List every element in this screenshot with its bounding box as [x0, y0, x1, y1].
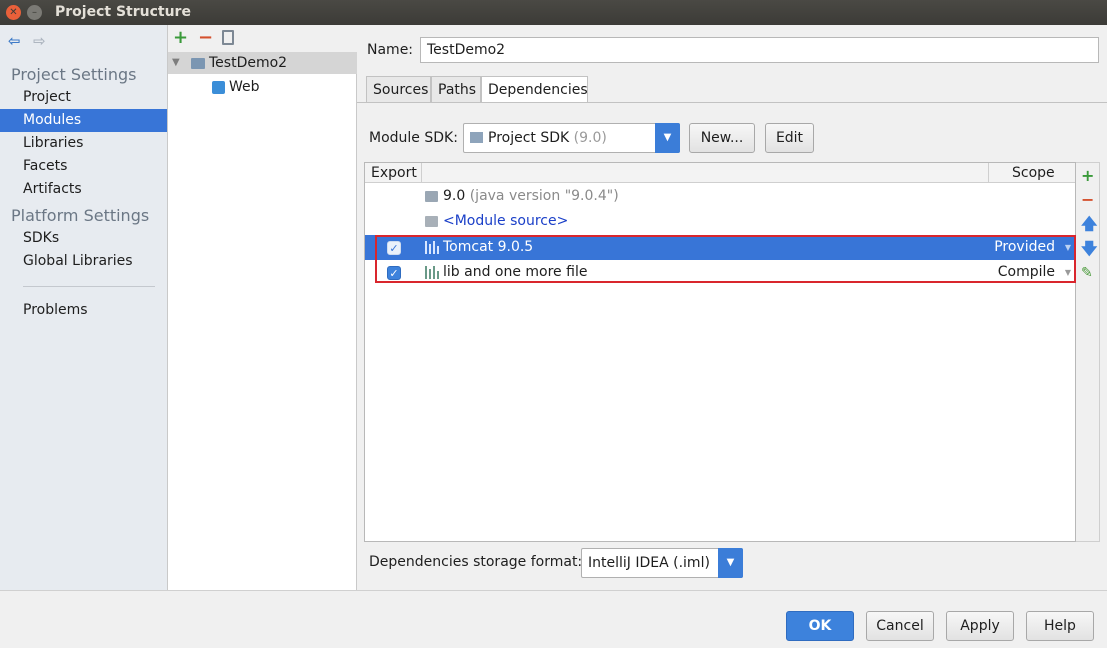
table-header — [365, 163, 1075, 183]
export-checkbox[interactable]: ✓ — [387, 241, 401, 255]
help-button[interactable]: Help — [1026, 611, 1094, 641]
dependency-name: 9.0 — [443, 188, 466, 204]
sidebar-item-sdks[interactable]: SDKs — [0, 227, 167, 250]
tab-underline — [357, 102, 1107, 103]
sdk-folder-icon — [425, 191, 438, 202]
sidebar-item-problems[interactable]: Problems — [0, 299, 167, 322]
tree-node-label: TestDemo2 — [209, 55, 288, 71]
module-source-icon — [425, 216, 438, 227]
edit-pencil-icon[interactable]: ✎ — [1081, 264, 1093, 282]
dependency-detail: (java version "9.0.4") — [469, 188, 619, 204]
window-title: Project Structure — [55, 4, 191, 20]
tree-toolbar: + − — [168, 25, 357, 52]
table-row[interactable]: 9.0 (java version "9.0.4") — [365, 184, 1075, 209]
dependency-name: Tomcat 9.0.5 — [443, 239, 534, 255]
tree-node-label: Web — [229, 79, 260, 95]
dependencies-toolbar: + − 🡅 🡇 ✎ — [1076, 162, 1100, 542]
chevron-down-icon[interactable]: ▼ — [1065, 260, 1071, 285]
tree-node-facet[interactable]: Web — [168, 76, 357, 98]
title-bar: ✕ – Project Structure — [0, 0, 1107, 25]
dependency-name-cell: 9.0 (java version "9.0.4") — [443, 184, 619, 209]
tab-sources[interactable]: Sources — [366, 76, 431, 103]
copy-icon[interactable] — [222, 30, 234, 45]
export-checkbox[interactable]: ✓ — [387, 266, 401, 280]
apply-button[interactable]: Apply — [946, 611, 1014, 641]
name-field[interactable]: TestDemo2 — [420, 37, 1099, 63]
column-header-scope[interactable]: Scope — [1012, 163, 1072, 183]
remove-icon[interactable]: − — [1081, 191, 1094, 209]
module-sdk-dropdown[interactable]: Project SDK (9.0) ▼ — [463, 123, 680, 153]
module-settings-panel: Name: TestDemo2 Sources Paths Dependenci… — [357, 25, 1107, 590]
settings-sidebar: ⇦ ⇨ Project Settings Project Modules Lib… — [0, 25, 168, 590]
back-arrow-icon[interactable]: ⇦ — [8, 32, 21, 50]
column-header-export[interactable]: Export — [371, 163, 431, 183]
minimize-icon[interactable]: – — [27, 5, 42, 20]
column-separator — [988, 163, 989, 183]
tab-paths[interactable]: Paths — [431, 76, 481, 103]
forward-arrow-icon[interactable]: ⇨ — [33, 32, 46, 50]
section-project-settings: Project Settings — [11, 65, 137, 84]
sidebar-item-modules[interactable]: Modules — [0, 109, 167, 132]
expand-arrow-icon[interactable]: ▼ — [172, 52, 180, 74]
sidebar-item-artifacts[interactable]: Artifacts — [0, 178, 167, 201]
scope-value[interactable]: Provided — [994, 235, 1055, 260]
dependencies-table: Export Scope 9.0 (java version "9.0.4") … — [364, 162, 1076, 542]
tab-dependencies[interactable]: Dependencies — [481, 76, 588, 103]
dependency-name: <Module source> — [443, 213, 569, 229]
add-icon[interactable]: + — [173, 27, 188, 48]
module-tree-panel: + − ▼ TestDemo2 Web — [168, 25, 357, 590]
scope-value[interactable]: Compile — [998, 260, 1055, 285]
library-icon — [425, 241, 439, 254]
sdk-value: Project SDK — [488, 130, 570, 146]
new-sdk-button[interactable]: New... — [689, 123, 755, 153]
section-platform-settings: Platform Settings — [11, 206, 150, 225]
table-row[interactable]: <Module source> — [365, 209, 1075, 234]
remove-icon[interactable]: − — [198, 27, 213, 48]
chevron-down-icon[interactable]: ▼ — [1065, 235, 1071, 260]
sidebar-item-global-libraries[interactable]: Global Libraries — [0, 250, 167, 273]
sidebar-item-project[interactable]: Project — [0, 86, 167, 109]
table-row[interactable]: ✓ lib and one more file Compile ▼ — [365, 260, 1075, 285]
storage-format-dropdown[interactable]: IntelliJ IDEA (.iml) ▼ — [581, 548, 743, 578]
storage-format-value: IntelliJ IDEA (.iml) — [588, 555, 710, 571]
chevron-down-icon[interactable]: ▼ — [718, 548, 743, 578]
module-sdk-label: Module SDK: — [369, 130, 458, 146]
edit-sdk-button[interactable]: Edit — [765, 123, 814, 153]
dialog-button-bar: OK Cancel Apply Help — [0, 590, 1107, 648]
add-icon[interactable]: + — [1081, 167, 1094, 185]
library-icon — [425, 266, 439, 279]
sdk-version: (9.0) — [573, 130, 607, 146]
cancel-button[interactable]: Cancel — [866, 611, 934, 641]
move-up-icon[interactable]: 🡅 — [1081, 215, 1097, 233]
dependency-name: lib and one more file — [443, 264, 588, 280]
module-folder-icon — [191, 58, 205, 69]
move-down-icon[interactable]: 🡇 — [1081, 240, 1097, 258]
sidebar-divider — [23, 286, 155, 287]
ok-button[interactable]: OK — [786, 611, 854, 641]
close-icon[interactable]: ✕ — [6, 5, 21, 20]
sidebar-item-facets[interactable]: Facets — [0, 155, 167, 178]
column-separator — [421, 163, 422, 183]
sidebar-item-libraries[interactable]: Libraries — [0, 132, 167, 155]
web-facet-icon — [212, 81, 225, 94]
table-row[interactable]: ✓ Tomcat 9.0.5 Provided ▼ — [365, 235, 1075, 260]
name-label: Name: — [367, 42, 414, 58]
chevron-down-icon[interactable]: ▼ — [655, 123, 680, 153]
storage-format-label: Dependencies storage format: — [369, 554, 583, 570]
tree-node-module[interactable]: ▼ TestDemo2 — [168, 52, 357, 74]
sdk-folder-icon — [470, 132, 483, 143]
